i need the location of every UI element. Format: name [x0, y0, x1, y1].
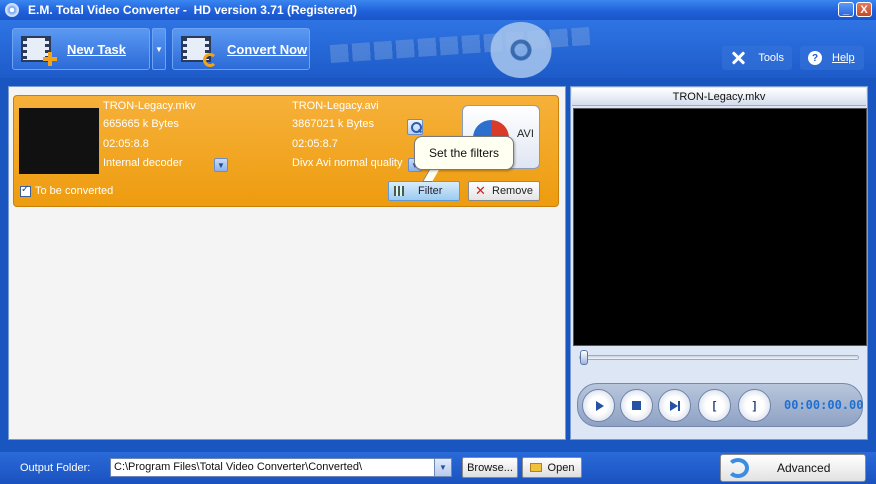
new-task-button[interactable]: New Task [12, 28, 150, 70]
tools-icon [730, 50, 744, 66]
video-preview[interactable] [573, 108, 867, 346]
decoder-value: Internal decoder [103, 157, 183, 169]
close-window-button[interactable]: X [856, 2, 872, 17]
video-thumbnail [19, 108, 99, 174]
filter-button[interactable]: Filter [388, 181, 460, 201]
bottom-bar: Output Folder: C:\Program Files\Total Vi… [0, 452, 876, 484]
convert-now-button[interactable]: Convert Now [172, 28, 310, 70]
checkbox-box[interactable] [20, 184, 31, 197]
tools-button[interactable]: Tools [722, 46, 792, 70]
window-title: E.M. Total Video Converter - HD version … [28, 3, 357, 17]
chevron-down-icon: ▼ [439, 463, 447, 472]
open-button[interactable]: Open [522, 457, 582, 478]
preview-panel: TRON-Legacy.mkv [ ] 00:00:00.00 [570, 86, 868, 440]
to-be-converted-checkbox[interactable]: To be converted [20, 184, 114, 197]
convert-now-label: Convert Now [227, 41, 308, 57]
mark-out-button[interactable]: ] [738, 389, 771, 422]
app-icon[interactable] [5, 3, 19, 17]
source-duration: 02:05:8.8 [103, 138, 149, 150]
remove-label: Remove [492, 185, 533, 197]
target-file-size: 3867021 k Bytes [292, 118, 374, 130]
chevron-down-icon: ▼ [155, 44, 163, 54]
close-icon: ✕ [475, 183, 486, 198]
remove-button[interactable]: ✕ Remove [468, 181, 540, 201]
next-frame-icon [669, 400, 680, 411]
minimize-button[interactable]: _ [838, 2, 854, 17]
toolbar: New Task ▼ Convert Now Tools ? Help [0, 20, 876, 78]
chevron-down-icon: ▼ [217, 160, 225, 170]
new-task-label: New Task [67, 41, 127, 57]
next-frame-button[interactable] [658, 389, 691, 422]
filter-icon [394, 186, 404, 196]
target-duration: 02:05:8.7 [292, 138, 338, 150]
source-file-name: TRON-Legacy.mkv [103, 100, 196, 112]
output-folder-input[interactable]: C:\Program Files\Total Video Converter\C… [110, 458, 436, 477]
mark-in-button[interactable]: [ [698, 389, 731, 422]
preview-title: TRON-Legacy.mkv [572, 88, 866, 106]
filter-label: Filter [418, 185, 443, 197]
stop-icon [632, 401, 641, 410]
advanced-button[interactable]: Advanced [720, 454, 866, 482]
new-task-dropdown[interactable]: ▼ [152, 28, 166, 70]
help-label: Help [832, 52, 855, 64]
title-bar: E.M. Total Video Converter - HD version … [0, 0, 876, 20]
help-icon: ? [808, 51, 822, 65]
advanced-label: Advanced [777, 461, 831, 475]
decoder-dropdown[interactable]: ▼ [214, 158, 228, 172]
advanced-icon [727, 458, 749, 478]
filter-tooltip: Set the filters [414, 136, 514, 170]
open-label: Open [547, 461, 575, 474]
target-file-name: TRON-Legacy.avi [292, 100, 379, 112]
output-folder-dropdown[interactable]: ▼ [434, 458, 452, 477]
playback-controls: [ ] 00:00:00.00 [577, 383, 863, 427]
checkbox-label: To be converted [35, 185, 114, 197]
mark-out-label: ] [752, 399, 757, 412]
folder-icon [529, 463, 542, 472]
browse-button[interactable]: Browse... [462, 457, 518, 478]
new-task-icon [21, 34, 57, 66]
format-label: AVI [517, 128, 534, 140]
seek-handle[interactable] [580, 350, 588, 365]
seek-bar[interactable] [579, 355, 859, 360]
target-profile: Divx Avi normal quality [292, 157, 403, 169]
help-button[interactable]: ? Help [800, 46, 864, 70]
convert-now-icon [181, 34, 217, 67]
play-icon [595, 400, 604, 411]
window-controls: _ X [838, 2, 872, 17]
stop-button[interactable] [620, 389, 653, 422]
play-button[interactable] [582, 389, 615, 422]
source-file-size: 665665 k Bytes [103, 118, 179, 130]
film-reel-logo [490, 22, 552, 78]
mark-in-label: [ [712, 399, 717, 412]
search-icon[interactable] [407, 119, 423, 135]
tools-label: Tools [758, 52, 784, 64]
timecode: 00:00:00.00 [784, 398, 864, 412]
output-folder-label: Output Folder: [20, 462, 91, 474]
